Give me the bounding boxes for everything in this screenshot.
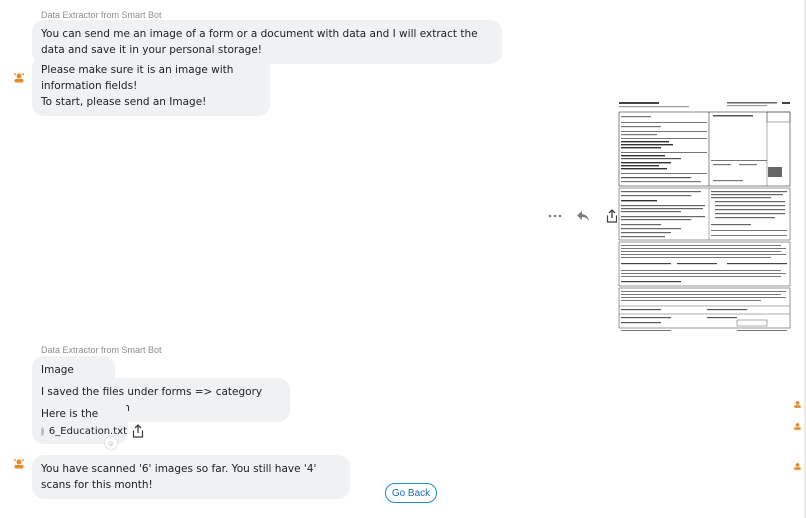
more-dots-icon[interactable] (546, 207, 564, 225)
reply-icon[interactable] (574, 207, 592, 225)
file-icon (41, 426, 44, 436)
bot-avatar-icon (13, 73, 25, 83)
message-bubble: Please make sure it is an image with inf… (32, 56, 270, 116)
message-text: Please make sure it is an image with inf… (41, 64, 234, 92)
message-text: You have scanned '6' images so far. You … (41, 463, 317, 491)
message-bubble: You have scanned '6' images so far. You … (32, 455, 350, 499)
sender-name: Data Extractor from Smart Bot (41, 10, 162, 20)
message-actions (546, 206, 622, 226)
sender-name: Data Extractor from Smart Bot (41, 345, 162, 355)
bot-avatar-icon (13, 459, 25, 469)
read-receipt-icon (794, 401, 801, 408)
share-icon[interactable] (131, 424, 145, 438)
file-name: 6_Education.txt (48, 425, 127, 437)
read-receipt-icon (794, 463, 801, 470)
read-receipt-icon (794, 423, 801, 430)
message-text: To start, please send an Image! (41, 96, 207, 108)
go-back-button[interactable]: Go Back (385, 483, 437, 503)
scanned-document-image[interactable] (617, 100, 792, 336)
reaction-icon[interactable]: ☺ (104, 436, 118, 450)
message-text: You can send me an image of a form or a … (41, 28, 478, 56)
